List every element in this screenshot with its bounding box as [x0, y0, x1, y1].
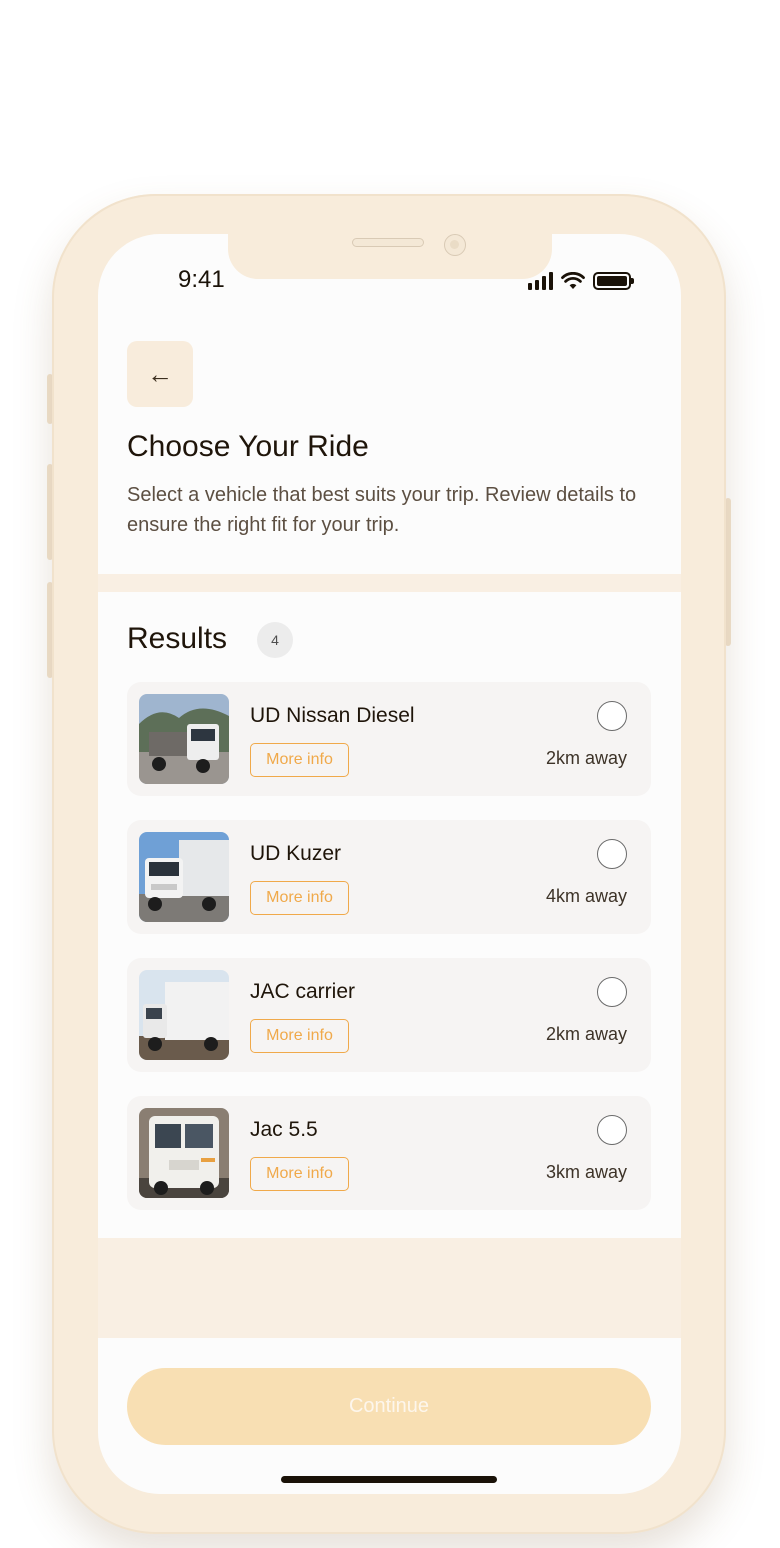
results-heading: Results: [127, 622, 228, 655]
vehicle-name: JAC carrier: [250, 980, 356, 1003]
vehicle-card[interactable]: Jac 5.5 More info 3km away: [127, 1096, 651, 1210]
front-camera: [444, 234, 466, 256]
vehicle-distance: 2km away: [545, 748, 627, 768]
vehicle-distance: 3km away: [545, 1162, 627, 1182]
vehicle-name: UD Kuzer: [250, 842, 342, 865]
footer-section: Continue: [98, 1338, 681, 1494]
vehicle-select-radio[interactable]: [597, 977, 627, 1007]
results-count-badge: 4: [257, 622, 293, 658]
home-indicator: [281, 1476, 497, 1483]
vehicle-photo: [139, 694, 229, 784]
results-section: Results 4 UD Nissan Diesel More info 2km…: [98, 592, 681, 1238]
vehicle-select-radio[interactable]: [597, 1115, 627, 1145]
page-description: Select a vehicle that best suits your tr…: [127, 484, 637, 536]
vehicle-list: UD Nissan Diesel More info 2km away UD K…: [127, 682, 651, 1234]
back-button[interactable]: ←: [127, 341, 193, 407]
vehicle-card[interactable]: JAC carrier More info 2km away: [127, 958, 651, 1072]
arrow-left-icon: ←: [147, 358, 173, 389]
more-info-button[interactable]: More info: [250, 881, 349, 915]
more-info-button[interactable]: More info: [250, 1157, 349, 1191]
phone-notch: [228, 234, 552, 279]
vehicle-distance: 4km away: [545, 886, 627, 906]
battery-icon: [593, 272, 634, 290]
vehicle-photo: [139, 970, 229, 1060]
speaker-grille: [352, 238, 424, 247]
status-time: 9:41: [178, 266, 225, 293]
wifi-icon: [561, 272, 585, 289]
vehicle-photo: [139, 832, 229, 922]
vehicle-name: Jac 5.5: [250, 1118, 318, 1141]
vehicle-card[interactable]: UD Nissan Diesel More info 2km away: [127, 682, 651, 796]
more-info-button[interactable]: More info: [250, 743, 349, 777]
phone-screen: 9:41 ← Choose Your Ride Select a vehicle…: [98, 234, 681, 1494]
continue-button[interactable]: Continue: [127, 1368, 651, 1445]
status-icons: [528, 272, 634, 290]
vehicle-distance: 2km away: [545, 1024, 627, 1044]
vehicle-select-radio[interactable]: [597, 701, 627, 731]
vehicle-select-radio[interactable]: [597, 839, 627, 869]
vehicle-card[interactable]: UD Kuzer More info 4km away: [127, 820, 651, 934]
header-section: 9:41 ← Choose Your Ride Select a vehicle…: [98, 234, 681, 574]
page-title: Choose Your Ride: [127, 430, 369, 463]
vehicle-name: UD Nissan Diesel: [250, 704, 415, 727]
vehicle-photo: [139, 1108, 229, 1198]
more-info-button[interactable]: More info: [250, 1019, 349, 1053]
